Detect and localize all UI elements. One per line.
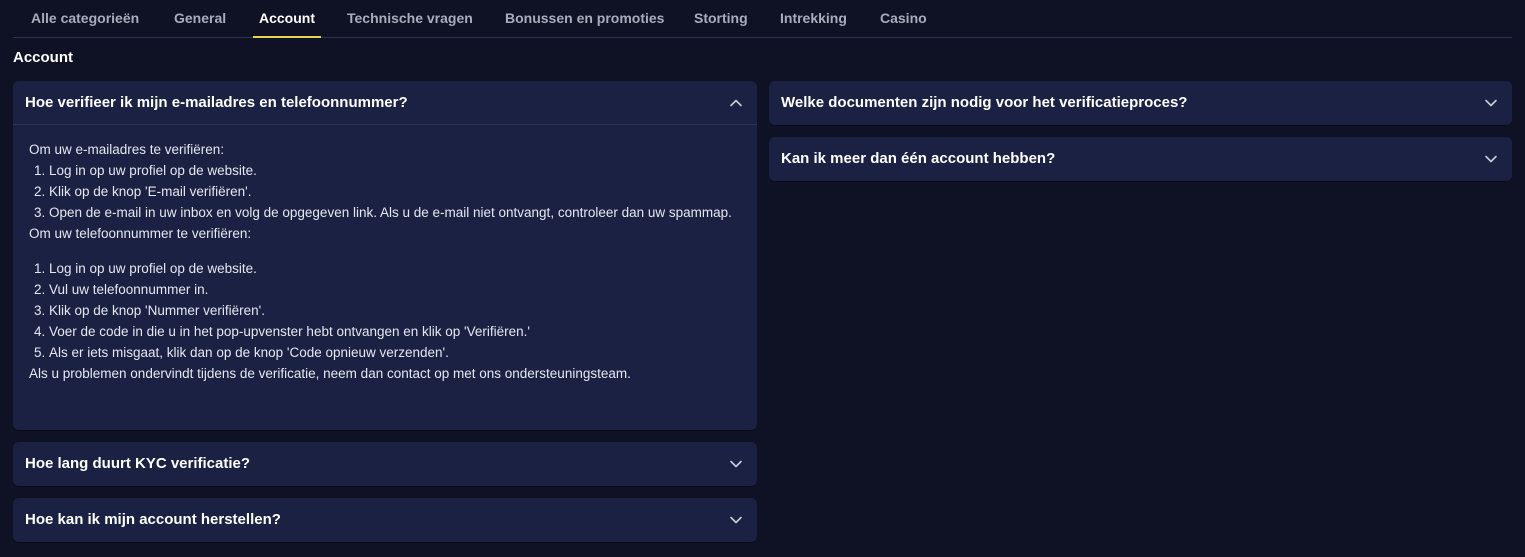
tab-bonussen-en-promoties[interactable]: Bonussen en promoties (505, 0, 664, 38)
faq-question: Hoe lang duurt KYC verificatie? (25, 455, 251, 472)
answer-outro: Als u problemen ondervindt tijdens de ve… (29, 366, 631, 381)
category-tabs: Alle categorieën General Account Technis… (13, 0, 1512, 38)
faq-answer: Om uw e-mailadres te verifiëren: Log in … (29, 139, 741, 384)
faq-question-header[interactable]: Hoe lang duurt KYC verificatie? (13, 442, 757, 486)
faq-question: Kan ik meer dan één account hebben? (781, 150, 1056, 167)
faq-item-multiple-accounts: Kan ik meer dan één account hebben? (769, 137, 1512, 181)
email-steps-list: Log in op uw profiel op de website. Klik… (49, 160, 741, 223)
faq-item-required-documents: Welke documenten zijn nodig voor het ver… (769, 81, 1512, 125)
faq-question-header[interactable]: Kan ik meer dan één account hebben? (769, 137, 1512, 181)
faq-question-header[interactable]: Welke documenten zijn nodig voor het ver… (769, 81, 1512, 125)
chevron-down-icon[interactable] (729, 513, 743, 527)
phone-steps-list: Log in op uw profiel op de website. Vul … (49, 258, 741, 363)
tab-technische-vragen[interactable]: Technische vragen (347, 0, 473, 38)
faq-question: Hoe kan ik mijn account herstellen? (25, 511, 281, 528)
chevron-down-icon[interactable] (729, 457, 743, 471)
tab-intrekking[interactable]: Intrekking (780, 0, 847, 38)
tab-account[interactable]: Account (253, 0, 321, 38)
faq-question-header[interactable]: Hoe kan ik mijn account herstellen? (13, 498, 757, 542)
chevron-down-icon[interactable] (1484, 152, 1498, 166)
section-title: Account (13, 49, 73, 66)
faq-item-verify-email-phone: Hoe verifieer ik mijn e-mailadres en tel… (13, 81, 757, 430)
chevron-up-icon[interactable] (729, 96, 743, 110)
faq-item-recover-account: Hoe kan ik mijn account herstellen? (13, 498, 757, 542)
faq-question: Welke documenten zijn nodig voor het ver… (781, 94, 1188, 111)
email-intro: Om uw e-mailadres te verifiëren: (29, 142, 225, 157)
faq-item-kyc-duration: Hoe lang duurt KYC verificatie? (13, 442, 757, 486)
tab-storting[interactable]: Storting (694, 0, 748, 38)
list-item: Klik op de knop 'E-mail verifiëren'. (49, 181, 741, 202)
list-item: Log in op uw profiel op de website. (49, 160, 741, 181)
faq-question-header[interactable]: Hoe verifieer ik mijn e-mailadres en tel… (13, 81, 757, 125)
list-item: Open de e-mail in uw inbox en volg de op… (49, 202, 741, 223)
chevron-down-icon[interactable] (1484, 96, 1498, 110)
tab-general[interactable]: General (174, 0, 226, 38)
faq-question: Hoe verifieer ik mijn e-mailadres en tel… (25, 94, 408, 111)
list-item: Vul uw telefoonnummer in. (49, 279, 741, 300)
list-item: Als er iets misgaat, klik dan op de knop… (49, 342, 741, 363)
tab-casino[interactable]: Casino (880, 0, 927, 38)
phone-intro: Om uw telefoonnummer te verifiëren: (29, 226, 252, 241)
list-item: Voer de code in die u in het pop-upvenst… (49, 321, 741, 342)
list-item: Log in op uw profiel op de website. (49, 258, 741, 279)
list-item: Klik op de knop 'Nummer verifiëren'. (49, 300, 741, 321)
tab-alle-categorieen[interactable]: Alle categorieën (31, 0, 139, 38)
